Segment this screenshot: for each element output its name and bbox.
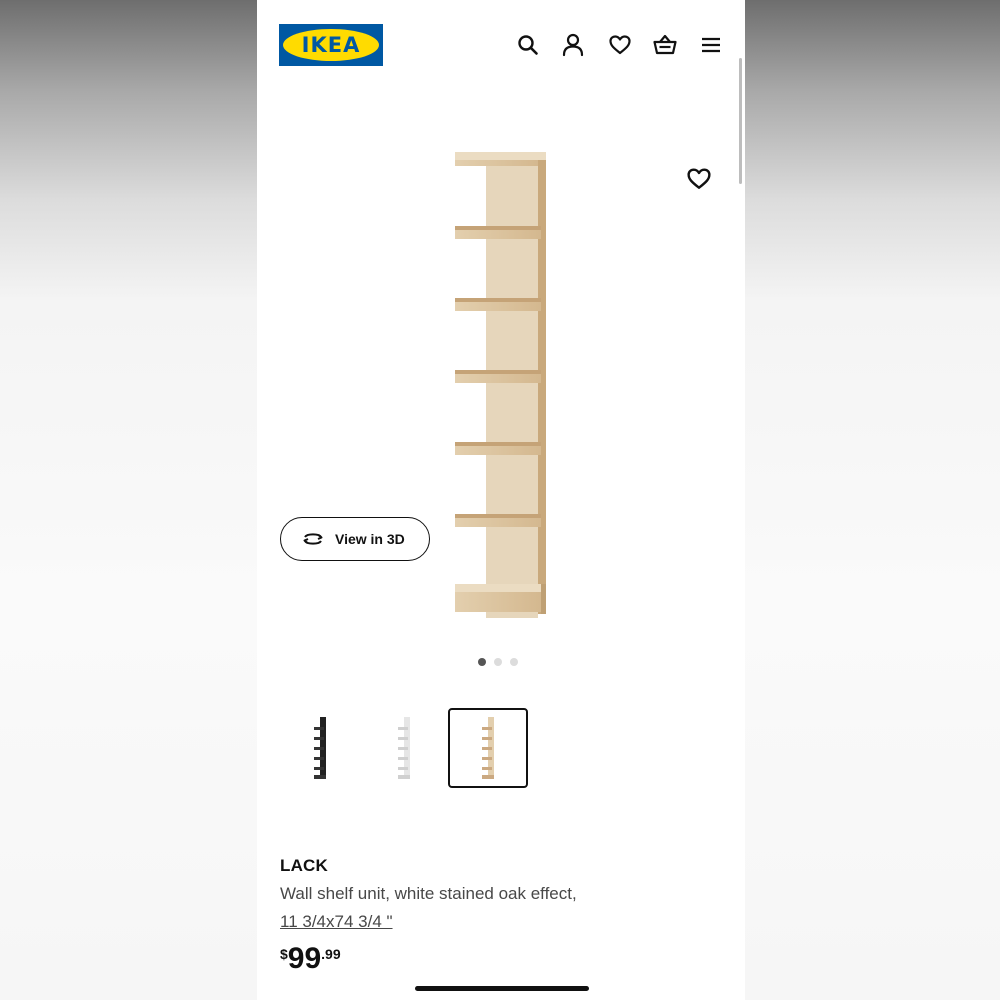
price-currency: $ [280, 946, 288, 962]
scroll-indicator[interactable] [739, 58, 742, 184]
image-carousel-dots [478, 658, 518, 668]
heart-icon[interactable] [607, 32, 633, 58]
variant-thumbnail [314, 717, 326, 779]
product-page: IKEA View in 3D LACK Wall shelf unit, wh… [257, 0, 745, 1000]
product-description: Wall shelf unit, white stained oak effec… [280, 884, 577, 903]
cart-icon[interactable] [652, 32, 678, 58]
variant-thumbnail [482, 717, 494, 779]
logo-text: IKEA [301, 33, 361, 57]
home-indicator[interactable] [415, 986, 589, 991]
variant-white[interactable] [364, 708, 444, 788]
search-icon[interactable] [515, 32, 541, 58]
price-decimal: .99 [321, 946, 341, 962]
header: IKEA [257, 0, 745, 90]
menu-icon[interactable] [698, 32, 724, 58]
variant-black-brown[interactable] [280, 708, 360, 788]
product-name: LACK [280, 856, 329, 875]
account-icon[interactable] [560, 32, 586, 58]
variant-white-stained-oak[interactable] [448, 708, 528, 788]
heart-outline-icon [687, 168, 711, 189]
rotate-3d-icon [301, 527, 325, 551]
carousel-dot-3[interactable] [510, 658, 518, 666]
product-size-link[interactable]: 11 3/4x74 3/4 " [280, 912, 393, 932]
ikea-logo[interactable]: IKEA [279, 24, 383, 66]
variant-thumbnail [398, 717, 410, 779]
product-image[interactable] [447, 148, 557, 623]
price-whole: 99 [287, 942, 322, 975]
carousel-dot-1[interactable] [478, 658, 486, 666]
view-in-3d-label: View in 3D [335, 531, 405, 547]
view-in-3d-button[interactable]: View in 3D [280, 517, 430, 561]
carousel-dot-2[interactable] [494, 658, 502, 666]
add-to-favorites-button[interactable] [687, 168, 713, 194]
product-price: $ 99 .99 [280, 942, 341, 976]
